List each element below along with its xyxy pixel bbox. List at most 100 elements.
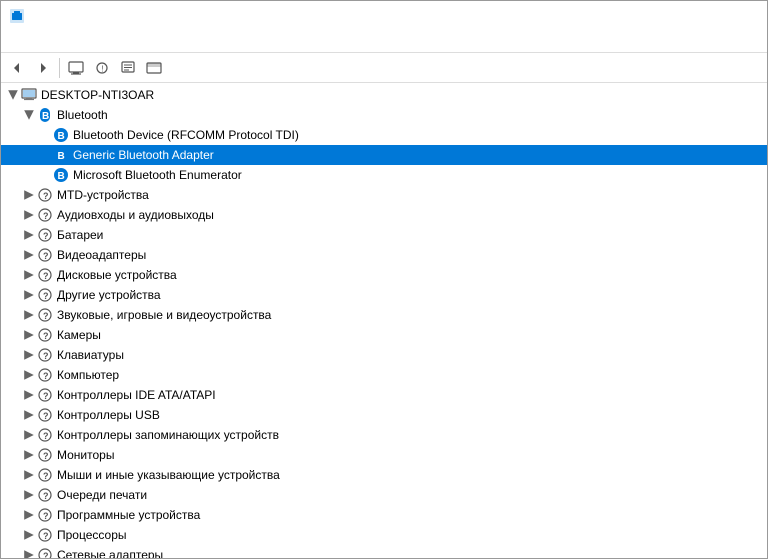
item-label-other: Другие устройства: [57, 288, 161, 302]
expand-icon-network[interactable]: [21, 547, 37, 558]
tree-item-network[interactable]: ? Сетевые адаптеры: [1, 545, 767, 558]
tree-item-disk[interactable]: ?Дисковые устройства: [1, 265, 767, 285]
expand-icon-other[interactable]: [21, 287, 37, 303]
svg-text:?: ?: [43, 411, 49, 421]
item-label-computer2: Компьютер: [57, 368, 119, 382]
item-label-mice: Мыши и иные указывающие устройства: [57, 468, 280, 482]
menu-bar: [1, 31, 767, 53]
svg-text:?: ?: [43, 431, 49, 441]
svg-text:?: ?: [43, 231, 49, 241]
tree-item-ide[interactable]: ? Контроллеры IDE ATA/ATAPI: [1, 385, 767, 405]
tree-item-storage[interactable]: ?Контроллеры запоминающих устройств: [1, 425, 767, 445]
title-bar: [1, 1, 767, 31]
tree-item-cameras[interactable]: ? Камеры: [1, 325, 767, 345]
menu-file[interactable]: [5, 40, 21, 44]
item-label-network: Сетевые адаптеры: [57, 548, 163, 558]
expand-icon-cpu[interactable]: [21, 527, 37, 543]
item-label-cameras: Камеры: [57, 328, 101, 342]
svg-text:?: ?: [43, 551, 49, 558]
svg-text:?: ?: [43, 531, 49, 541]
minimize-button[interactable]: [621, 1, 667, 31]
svg-text:B: B: [58, 171, 65, 182]
item-label-software: Программные устройства: [57, 508, 200, 522]
device-tree[interactable]: DESKTOP-NTI3OARBBluetoothBBluetooth Devi…: [1, 83, 767, 558]
maximize-button[interactable]: [667, 1, 713, 31]
expand-icon-display[interactable]: [21, 247, 37, 263]
expand-icon-computer[interactable]: [5, 87, 21, 103]
expand-icon-cameras[interactable]: [21, 327, 37, 343]
svg-text:B: B: [58, 151, 65, 162]
item-label-bt-device1: Bluetooth Device (RFCOMM Protocol TDI): [73, 128, 299, 142]
menu-help[interactable]: [53, 40, 69, 44]
tree-item-audio[interactable]: ?Аудиовходы и аудиовыходы: [1, 205, 767, 225]
tree-item-software[interactable]: ? Программные устройства: [1, 505, 767, 525]
svg-text:?: ?: [43, 371, 49, 381]
item-icon-sound: ?: [37, 307, 53, 323]
forward-button[interactable]: [31, 56, 55, 80]
menu-action[interactable]: [21, 40, 37, 44]
toolbar-separator-1: [59, 58, 60, 78]
properties-button[interactable]: !: [90, 56, 114, 80]
toolbar: !: [1, 53, 767, 83]
tree-item-usb[interactable]: ? Контроллеры USB: [1, 405, 767, 425]
item-icon-cpu: ?: [37, 527, 53, 543]
expand-icon-ide[interactable]: [21, 387, 37, 403]
tree-item-mice[interactable]: ? Мыши и иные указывающие устройства: [1, 465, 767, 485]
item-label-mtd: MTD-устройства: [57, 188, 149, 202]
tree-item-mtd[interactable]: ?MTD-устройства: [1, 185, 767, 205]
svg-text:?: ?: [43, 271, 49, 281]
item-icon-mice: ?: [37, 467, 53, 483]
item-label-bt-device2: Generic Bluetooth Adapter: [73, 148, 214, 162]
update-driver-button[interactable]: [116, 56, 140, 80]
tree-item-bluetooth[interactable]: BBluetooth: [1, 105, 767, 125]
expand-icon-keyboards[interactable]: [21, 347, 37, 363]
item-icon-storage: ?: [37, 427, 53, 443]
tree-item-keyboards[interactable]: ?Клавиатуры: [1, 345, 767, 365]
item-icon-computer2: ?: [37, 367, 53, 383]
expand-icon-printers[interactable]: [21, 487, 37, 503]
close-button[interactable]: [713, 1, 759, 31]
item-label-battery: Батареи: [57, 228, 103, 242]
item-label-keyboards: Клавиатуры: [57, 348, 124, 362]
tree-item-battery[interactable]: ? Батареи: [1, 225, 767, 245]
tree-item-other[interactable]: ?Другие устройства: [1, 285, 767, 305]
expand-icon-monitors[interactable]: [21, 447, 37, 463]
expand-icon-storage[interactable]: [21, 427, 37, 443]
device-manager-window: ! DESKTOP-NTI3OARBBluetoothBBluetooth De…: [0, 0, 768, 559]
item-icon-cameras: ?: [37, 327, 53, 343]
item-label-ide: Контроллеры IDE ATA/ATAPI: [57, 388, 216, 402]
tree-item-printers[interactable]: ?Очереди печати: [1, 485, 767, 505]
show-hidden-button[interactable]: [142, 56, 166, 80]
svg-text:?: ?: [43, 511, 49, 521]
tree-item-computer[interactable]: DESKTOP-NTI3OAR: [1, 85, 767, 105]
tree-item-cpu[interactable]: ?Процессоры: [1, 525, 767, 545]
expand-icon-battery[interactable]: [21, 227, 37, 243]
item-icon-ide: ?: [37, 387, 53, 403]
svg-text:B: B: [42, 111, 49, 122]
tree-item-computer2[interactable]: ? Компьютер: [1, 365, 767, 385]
expand-icon-computer2[interactable]: [21, 367, 37, 383]
item-label-usb: Контроллеры USB: [57, 408, 160, 422]
tree-item-bt-device1[interactable]: B Bluetooth Device (RFCOMM Protocol TDI): [1, 125, 767, 145]
expand-icon-mtd[interactable]: [21, 187, 37, 203]
tree-item-sound[interactable]: ?Звуковые, игровые и видеоустройства: [1, 305, 767, 325]
item-label-computer: DESKTOP-NTI3OAR: [41, 88, 154, 102]
menu-view[interactable]: [37, 40, 53, 44]
tree-item-bt-device3[interactable]: BMicrosoft Bluetooth Enumerator: [1, 165, 767, 185]
expand-icon-sound[interactable]: [21, 307, 37, 323]
computer-button[interactable]: [64, 56, 88, 80]
item-icon-printers: ?: [37, 487, 53, 503]
tree-item-monitors[interactable]: ?Мониторы: [1, 445, 767, 465]
tree-item-bt-device2[interactable]: B Generic Bluetooth Adapter: [1, 145, 767, 165]
item-icon-bt-device1: B: [53, 127, 69, 143]
expand-icon-disk[interactable]: [21, 267, 37, 283]
back-button[interactable]: [5, 56, 29, 80]
tree-item-display[interactable]: ?Видеоадаптеры: [1, 245, 767, 265]
expand-icon-mice[interactable]: [21, 467, 37, 483]
expand-icon-software[interactable]: [21, 507, 37, 523]
expand-icon-audio[interactable]: [21, 207, 37, 223]
expand-icon-usb[interactable]: [21, 407, 37, 423]
item-label-monitors: Мониторы: [57, 448, 114, 462]
expand-icon-bluetooth[interactable]: [21, 107, 37, 123]
svg-text:?: ?: [43, 251, 49, 261]
